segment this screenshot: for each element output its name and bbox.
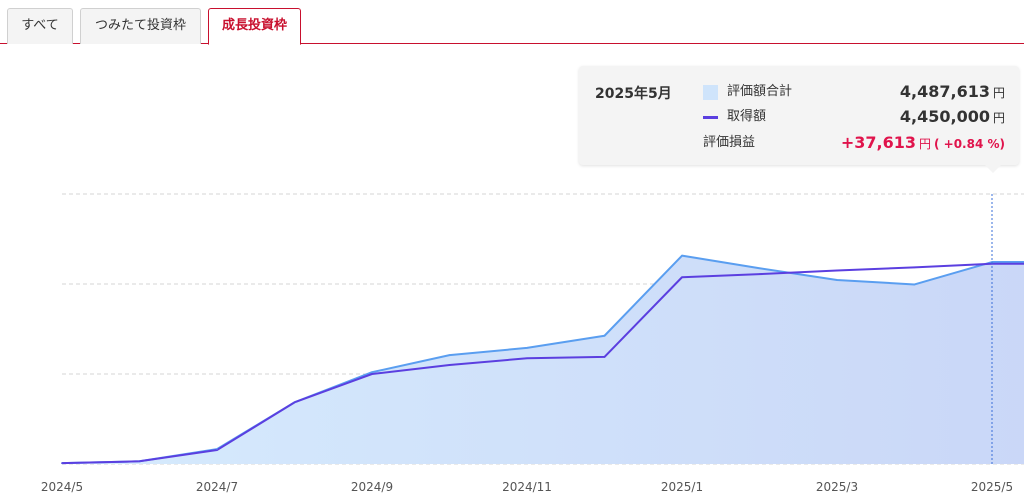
acquisition-point [526,357,528,360]
evaluation-point [681,254,683,257]
plot-area [61,254,1024,465]
x-tick-label: 2024/5 [41,480,83,494]
x-axis-ticks: 2024/5 2024/7 2024/9 2024/11 2025/1 2025/3 202… [41,480,1013,494]
evaluation-point [913,283,916,286]
x-tick-label: 2024/11 [502,480,552,494]
tooltip-value-gain: +37,613 円( +0.84 %) [841,133,1005,155]
acquisition-point [758,273,761,275]
evaluation-point [836,279,838,281]
tooltip-label-acquisition: 取得額 [727,109,767,124]
chart-tooltip: 2025年5月 評価額合計 4,487,613 円 取得額 4,450,000 円 … [579,66,1019,165]
evaluation-area [62,255,1024,464]
acquisition-unit: 円 [992,111,1005,125]
x-tick-label: 2025/1 [661,480,703,494]
tooltip-row-gain: 評価損益 +37,613 円( +0.84 %) [703,133,1005,153]
acquisition-point [371,373,373,375]
acquisition-point [448,364,451,366]
x-tick-label: 2025/5 [971,480,1013,494]
tooltip-label-evaluation: 評価額合計 [727,84,793,99]
evaluation-point [603,334,606,337]
x-tick-label: 2024/7 [196,480,238,494]
tooltip-date: 2025年5月 [595,86,672,102]
evaluation-swatch [703,85,718,100]
evaluation-point [371,371,373,374]
tooltip-value-acquisition: 4,450,000 円 [900,107,1005,129]
tooltip-pointer [985,165,1001,173]
acquisition-swatch [703,116,718,119]
acquisition-point [138,460,141,463]
evaluation-point [758,267,761,270]
acquisition-point [216,449,218,451]
acquisition-point [913,266,916,269]
evaluation-point [526,347,528,349]
evaluation-point [448,354,451,356]
acquisition-amount: 4,450,000 [899,107,990,126]
evaluation-unit: 円 [992,86,1005,100]
acquisition-point [681,276,683,279]
acquisition-point [836,269,838,272]
acquisition-point [61,462,63,464]
tooltip-label-gain: 評価損益 [703,135,756,150]
tooltip-row-evaluation: 評価額合計 4,487,613 円 [703,82,1005,102]
tooltip-row-acquisition: 取得額 4,450,000 円 [703,107,1005,127]
gain-unit: 円 [918,137,931,151]
x-tick-label: 2024/9 [351,480,393,494]
acquisition-point [603,356,606,358]
x-tick-label: 2025/3 [816,480,858,494]
gain-percent: ( +0.84 %) [933,137,1005,151]
acquisition-point [293,401,296,404]
gain-amount: +37,613 [840,133,916,152]
tooltip-value-evaluation: 4,487,613 円 [900,82,1005,104]
evaluation-amount: 4,487,613 [899,82,990,101]
